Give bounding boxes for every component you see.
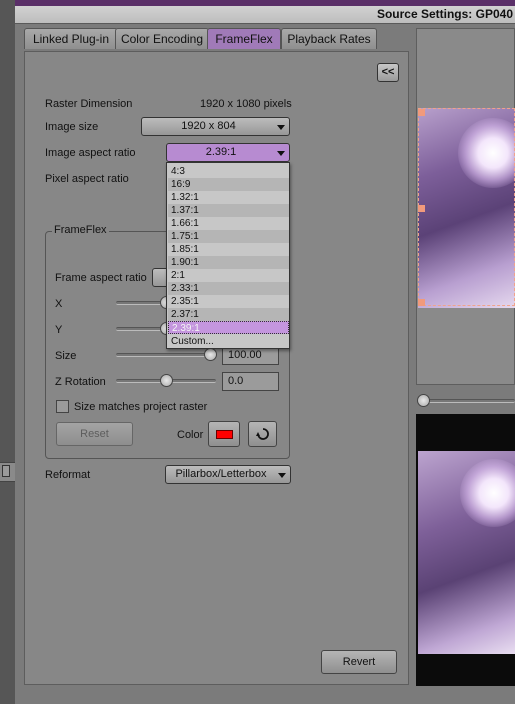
menu-item[interactable]: 1.37:1 [168, 204, 289, 217]
menu-item[interactable]: 1.85:1 [168, 243, 289, 256]
menu-item[interactable]: 2:1 [168, 269, 289, 282]
image-aspect-ratio-dropdown[interactable]: 2.39:1 [166, 143, 290, 162]
menu-item-selected[interactable]: 2.39:1 [168, 321, 289, 334]
image-aspect-ratio-label: Image aspect ratio [45, 147, 136, 159]
z-rotation-slider-thumb[interactable] [160, 374, 173, 387]
menu-item[interactable]: 1.32:1 [168, 191, 289, 204]
left-edge-strip [0, 0, 15, 704]
image-size-dropdown[interactable]: 1920 x 804 [141, 117, 290, 136]
size-label: Size [55, 350, 77, 362]
tab-color-encoding[interactable]: Color Encoding [115, 28, 209, 49]
chevron-down-icon [278, 473, 286, 478]
menu-item[interactable]: 4:3 [168, 165, 289, 178]
window-title: Source Settings: GP040 [376, 7, 513, 21]
menu-item-custom[interactable]: Custom... [168, 335, 289, 348]
color-swatch [216, 430, 233, 439]
menu-item[interactable]: 16:9 [168, 178, 289, 191]
rotate-icon [256, 428, 269, 440]
tab-frameflex[interactable]: FrameFlex [207, 28, 281, 49]
color-label: Color [177, 429, 204, 441]
crop-handle-bottom-left[interactable] [418, 299, 425, 306]
crop-handle-top-left[interactable] [418, 109, 425, 116]
crop-handle-middle-left[interactable] [418, 205, 425, 212]
x-label: X [55, 298, 63, 310]
image-size-value: 1920 x 804 [181, 120, 236, 132]
title-bar: Source Settings: GP040 [15, 0, 515, 24]
size-slider-thumb[interactable] [204, 348, 217, 361]
image-size-label: Image size [45, 121, 99, 133]
size-matches-label: Size matches project raster [74, 401, 208, 413]
reformat-label: Reformat [45, 469, 91, 481]
z-rotation-label: Z Rotation [55, 376, 106, 388]
image-aspect-ratio-value: 2.39:1 [205, 146, 237, 158]
preview-scrubber[interactable] [416, 393, 515, 407]
frame-aspect-ratio-label: Frame aspect ratio [55, 272, 147, 284]
tab-linked-plug-in[interactable]: Linked Plug-in [24, 28, 118, 49]
pixel-aspect-ratio-label: Pixel aspect ratio [45, 173, 129, 185]
output-preview-image [418, 451, 515, 654]
tab-playback-rates[interactable]: Playback Rates [281, 28, 377, 49]
z-rotation-field[interactable]: 0.0 [222, 372, 279, 391]
menu-item[interactable]: 1.75:1 [168, 230, 289, 243]
reformat-dropdown[interactable]: Pillarbox/Letterbox [165, 465, 291, 484]
raster-dimension-value: 1920 x 1080 pixels [200, 98, 292, 110]
frameflex-group-title: FrameFlex [52, 224, 109, 236]
reset-button[interactable]: Reset [56, 422, 133, 446]
scrubber-track[interactable] [424, 399, 515, 403]
light-glow [460, 459, 515, 527]
title-accent-stripe [15, 0, 515, 6]
menu-item[interactable]: 1.66:1 [168, 217, 289, 230]
menu-item[interactable]: 2.37:1 [168, 308, 289, 321]
chevron-down-icon [277, 151, 285, 156]
chevron-down-icon [277, 125, 285, 130]
menu-item[interactable]: 1.90:1 [168, 256, 289, 269]
menu-item[interactable]: 2.33:1 [168, 282, 289, 295]
size-slider[interactable] [116, 353, 216, 357]
color-swatch-button[interactable] [208, 421, 240, 447]
frameflex-crop-rectangle[interactable] [418, 108, 515, 306]
scrubber-thumb[interactable] [417, 394, 430, 407]
raster-dimension-label: Raster Dimension [45, 98, 133, 110]
collapse-button[interactable]: << [377, 63, 399, 82]
image-aspect-ratio-menu: 4:3 16:9 1.32:1 1.37:1 1.66:1 1.75:1 1.8… [166, 162, 290, 349]
y-label: Y [55, 324, 63, 336]
reset-color-button[interactable] [248, 421, 277, 447]
frameflex-panel: << Raster Dimension 1920 x 1080 pixels I… [24, 51, 409, 685]
size-matches-checkbox[interactable] [56, 400, 69, 413]
revert-button[interactable]: Revert [321, 650, 397, 674]
menu-item[interactable]: 2.35:1 [168, 295, 289, 308]
reformat-value: Pillarbox/Letterbox [175, 468, 267, 480]
left-strip-box [2, 465, 10, 477]
